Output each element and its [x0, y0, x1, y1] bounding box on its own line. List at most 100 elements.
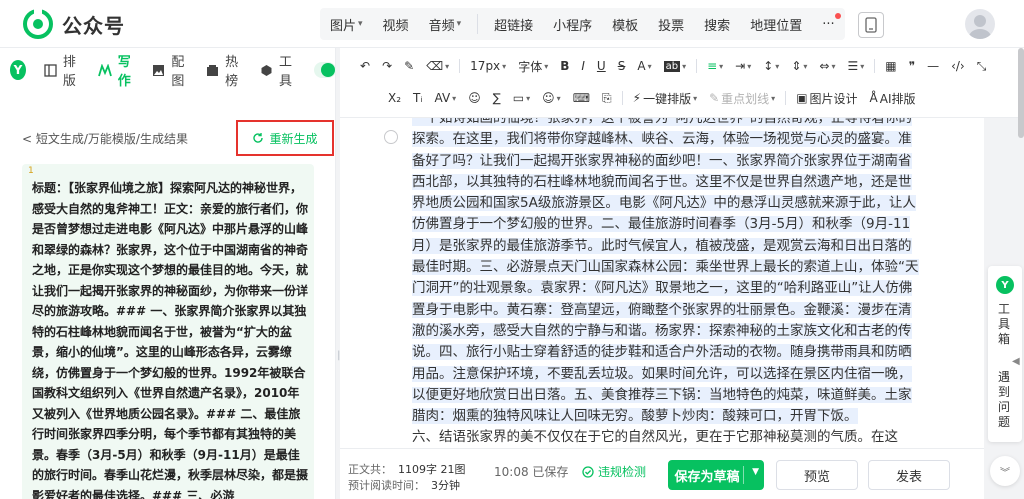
smile-icon[interactable]: ☺ ▾ — [536, 91, 567, 105]
publish-button[interactable]: 发表 — [868, 460, 950, 490]
format-toolbar: ↶ ↷ ✎ ⌫ ▾ 17px ▾ 字体 ▾ B I U S A ▾ ab ▾ ≡ ▾ ⇥ ▾ … — [340, 48, 1024, 118]
notification-dot — [834, 12, 841, 19]
collapse-arrow-icon[interactable]: ◀ — [1012, 356, 1020, 367]
tab-3[interactable]: 热榜 — [206, 51, 242, 89]
insert-toolbar: 图片 ▾ 视频 音频 ▾ 超链接 小程序 模板 投票 搜索 地理位置 ··· — [320, 8, 845, 40]
save-draft-button[interactable]: 保存为草稿 ▼ — [668, 460, 764, 490]
list-icon[interactable]: ☰ ▾ — [841, 59, 870, 73]
subscript-icon[interactable]: Tᵢ — [407, 91, 428, 105]
font-family-label: 字体 — [518, 59, 543, 74]
tab-2[interactable]: 配图 — [152, 51, 188, 89]
image-design-button[interactable]: ▣ 图片设计 — [790, 90, 863, 107]
line-height-icon[interactable]: ↕ ▾ — [757, 59, 785, 73]
letter-case-icon[interactable]: AV ▾ — [429, 91, 463, 105]
image-design-label: 图片设计 — [809, 91, 858, 106]
tab-4[interactable]: 工具 — [260, 51, 296, 89]
italic-icon[interactable]: I — [575, 59, 591, 73]
assistant-brand-icon: Y — [10, 60, 26, 80]
bottom-bar: 正文共： 1109字 21图 预计阅读时间： 3分钟 10:08 已保存 违规检测 … — [340, 448, 984, 499]
divider-line-icon[interactable]: — — [921, 59, 945, 73]
insert-item-0-0[interactable]: 图片 ▾ — [320, 15, 373, 34]
redo-icon[interactable]: ↷ — [376, 59, 398, 73]
more-button[interactable]: ··· — [812, 12, 844, 32]
violation-check-label: 违规检测 — [598, 465, 647, 479]
insert-item-label: 视频 — [382, 18, 409, 34]
expand-icon[interactable]: ⤡ — [971, 59, 993, 74]
auto-layout-button[interactable]: ⚡ 一键排版 ▾ — [627, 90, 703, 107]
insert-item-1-3[interactable]: 投票 — [648, 15, 694, 34]
word-count-value: 1109字 21图 — [398, 463, 466, 476]
clear-format-icon[interactable]: ⌫ ▾ — [420, 59, 455, 73]
insert-item-label: 模板 — [612, 18, 639, 34]
chart-icon[interactable]: ▭ ▾ — [507, 91, 536, 105]
table-icon[interactable]: ▦ — [879, 59, 902, 73]
assistant-panel: Y 排版 写作 配图 热榜 工具 < 短文生成/万能模版/生成结果 重新生成 1 标题：… — [0, 48, 337, 499]
insert-item-1-0[interactable]: 超链接 — [484, 15, 543, 34]
tab-label: 热榜 — [225, 55, 239, 89]
divider — [785, 91, 787, 105]
divider — [621, 91, 623, 105]
background-color-icon[interactable]: ab ▾ — [658, 60, 693, 72]
avatar[interactable] — [965, 9, 995, 39]
copy-icon[interactable]: ⎘ — [596, 91, 618, 106]
insert-item-0-2[interactable]: 音频 ▾ — [419, 15, 472, 34]
feedback-label[interactable]: 遇到问题 — [998, 370, 1012, 430]
tab-0[interactable]: 排版 — [44, 51, 80, 89]
font-size-select[interactable]: 17px ▾ — [464, 59, 512, 73]
assistant-tabs: Y 排版 写作 配图 热榜 工具 — [0, 48, 337, 92]
ai-layout-button[interactable]: Å AI排版 — [864, 90, 922, 107]
word-count: 正文共： 1109字 21图 — [348, 461, 466, 477]
tab-label: 工具 — [278, 55, 292, 89]
divider — [477, 14, 479, 34]
code-icon[interactable]: ‹/› — [945, 59, 971, 73]
insert-item-1-4[interactable]: 搜索 — [694, 15, 740, 34]
formula-icon[interactable]: ∑ — [487, 91, 507, 105]
breadcrumb[interactable]: < 短文生成/万能模版/生成结果 — [22, 130, 188, 147]
auto-layout-label: 一键排版 — [643, 91, 692, 106]
insert-item-1-2[interactable]: 模板 — [602, 15, 648, 34]
scroll-down-icon[interactable]: ︾ — [990, 456, 1020, 486]
assistant-toggle[interactable] — [313, 62, 337, 78]
font-color-icon[interactable]: A ▾ — [631, 59, 657, 73]
html-icon[interactable]: ⌨ — [567, 91, 596, 105]
insert-item-1-5[interactable]: 地理位置 — [740, 15, 812, 34]
underline-key-button[interactable]: ✎ 重点划线 ▾ — [703, 90, 781, 107]
violation-check-button[interactable]: 违规检测 — [582, 463, 646, 480]
logo[interactable]: 公众号 — [22, 9, 125, 39]
undo-icon[interactable]: ↶ — [354, 59, 376, 73]
indent-icon[interactable]: ⇥ ▾ — [729, 59, 757, 73]
block-handle-icon[interactable] — [384, 130, 398, 144]
superscript-icon[interactable]: X₂ — [382, 91, 407, 105]
bold-icon[interactable]: B — [554, 59, 575, 73]
emoji-icon[interactable]: ☺ — [462, 91, 487, 105]
insert-item-1-1[interactable]: 小程序 — [543, 15, 602, 34]
page-scrollbar[interactable] — [1018, 48, 1024, 138]
format-row-1: ↶ ↷ ✎ ⌫ ▾ 17px ▾ 字体 ▾ B I U S A ▾ ab ▾ ≡ ▾ ⇥ ▾ … — [354, 50, 992, 82]
toolbox-widget[interactable]: Y 工具箱 遇到问题 — [988, 266, 1022, 442]
strikethrough-icon[interactable]: S — [612, 59, 632, 73]
format-painter-icon[interactable]: ✎ — [398, 59, 420, 73]
save-draft-label: 保存为草稿 — [674, 469, 740, 485]
app-name: 公众号 — [62, 13, 125, 38]
font-family-select[interactable]: 字体 ▾ — [512, 58, 554, 75]
underline-icon[interactable]: U — [591, 59, 612, 73]
insert-item-label: 投票 — [658, 18, 685, 34]
letter-spacing-icon[interactable]: ⇔ ▾ — [813, 59, 841, 73]
article-body[interactable]: 一个如诗如画的仙境？张家界，这个被誉为“阿凡达世界”的自然奇观，正等待着你的探索… — [412, 118, 924, 448]
quote-icon[interactable]: ❞ — [903, 59, 921, 73]
insert-item-label: 超链接 — [494, 18, 534, 34]
result-card[interactable]: 1 标题：【张家界仙境之旅】探索阿凡达的神秘世界，感受大自然的鬼斧神工！正文：亲… — [22, 164, 314, 499]
article-editor[interactable]: 一个如诗如画的仙境？张家界，这个被誉为“阿凡达世界”的自然奇观，正等待着你的探索… — [340, 118, 984, 448]
spacing-icon[interactable]: ⇕ ▾ — [785, 59, 813, 73]
regenerate-button[interactable]: 重新生成 — [236, 120, 334, 156]
layout-icon — [44, 63, 57, 77]
refresh-icon — [253, 133, 264, 143]
tab-label: 配图 — [171, 55, 185, 89]
tab-1[interactable]: 写作 — [97, 51, 135, 89]
divider — [874, 59, 876, 73]
align-icon[interactable]: ≡ ▾ — [701, 59, 729, 73]
phone-preview-icon[interactable] — [858, 12, 884, 38]
chevron-down-icon[interactable]: ▼ — [752, 467, 759, 477]
insert-item-0-1[interactable]: 视频 — [373, 15, 419, 34]
preview-button[interactable]: 预览 — [776, 460, 858, 490]
